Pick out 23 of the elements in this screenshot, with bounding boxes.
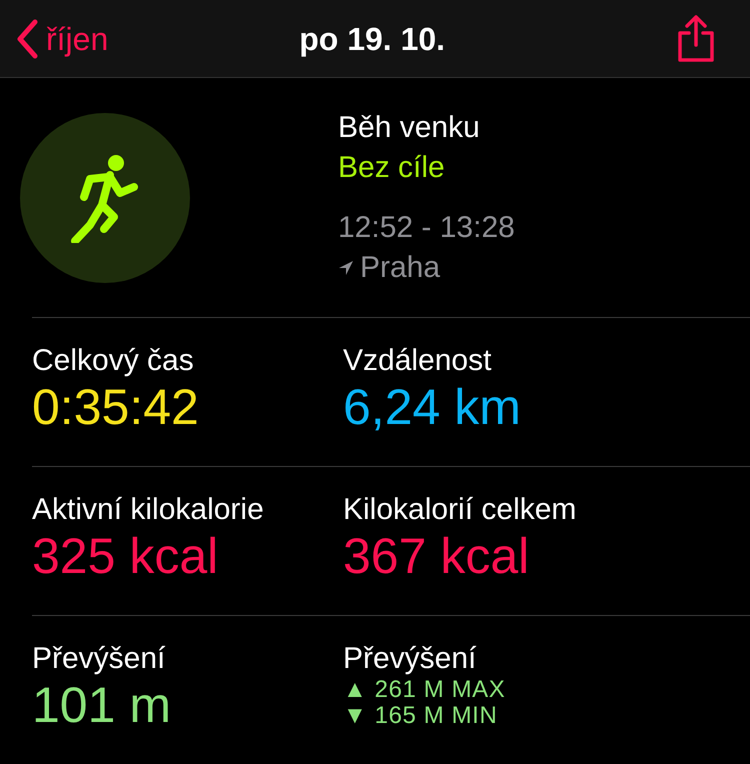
- workout-name: Běh venku: [338, 110, 481, 146]
- metric-label: Aktivní kilokalorie: [32, 492, 265, 528]
- metric-label: Vzdálenost: [343, 343, 492, 379]
- back-button[interactable]: říjen: [16, 14, 108, 62]
- metric-label: Celkový čas: [32, 343, 195, 379]
- metric-value: 6,24 km: [343, 379, 522, 435]
- workout-goal: Bez cíle: [338, 150, 446, 186]
- chevron-left-icon: [16, 18, 38, 58]
- workout-location: Praha: [360, 250, 440, 286]
- location-arrow-icon: [338, 260, 354, 276]
- metric-value: 325 kcal: [32, 528, 220, 584]
- elevation-range: ▼ 165 M MIN: [343, 703, 498, 729]
- runner-icon: [70, 152, 140, 242]
- metric-label: Převýšení: [32, 641, 166, 677]
- nav-title: po 19. 10.: [299, 20, 446, 59]
- metric-label: Převýšení: [343, 641, 478, 677]
- metric-value: 367 kcal: [343, 528, 530, 584]
- metric-value: 0:35:42: [32, 379, 200, 435]
- metric-label: Kilokalorií celkem: [343, 492, 578, 528]
- elevation-range: ▲ 261 M MAX: [343, 677, 506, 703]
- share-icon[interactable]: [676, 14, 716, 62]
- metric-value: 101 m: [32, 677, 172, 733]
- workout-time: 12:52 - 13:28: [338, 210, 515, 246]
